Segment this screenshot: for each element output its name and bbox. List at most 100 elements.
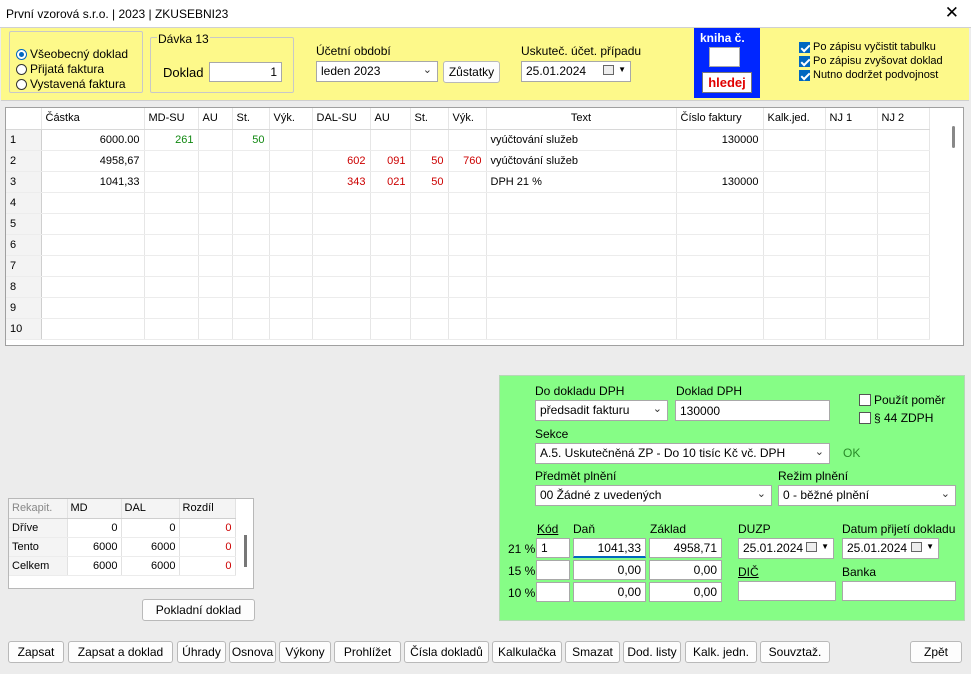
smazat-button[interactable]: Smazat: [565, 641, 620, 663]
table-cell[interactable]: [41, 192, 145, 214]
table-row[interactable]: 10: [6, 318, 930, 340]
table-cell[interactable]: [825, 192, 878, 214]
table-cell[interactable]: [763, 255, 826, 277]
table-cell[interactable]: [676, 150, 764, 172]
table-cell[interactable]: [41, 213, 145, 235]
predmet-select[interactable]: 00 Žádné z uvedených ⌄: [535, 485, 772, 506]
table-cell[interactable]: [410, 234, 449, 256]
table-cell[interactable]: [825, 255, 878, 277]
table-cell[interactable]: 091: [370, 150, 411, 172]
checkbox-pouzit-pomer[interactable]: Použít poměr: [859, 393, 945, 407]
table-cell[interactable]: [486, 318, 677, 340]
table-cell[interactable]: [198, 276, 233, 298]
table-cell[interactable]: [877, 234, 930, 256]
row-number-header[interactable]: [6, 108, 42, 130]
table-cell[interactable]: [676, 234, 764, 256]
dan-21-input[interactable]: [573, 538, 646, 558]
table-cell[interactable]: [676, 318, 764, 340]
table-cell[interactable]: [144, 234, 199, 256]
table-row[interactable]: 4: [6, 192, 930, 214]
table-cell[interactable]: [312, 192, 371, 214]
table-cell[interactable]: [877, 192, 930, 214]
table-cell[interactable]: [198, 192, 233, 214]
table-cell[interactable]: [198, 129, 233, 151]
table-cell[interactable]: [198, 171, 233, 193]
table-cell[interactable]: [232, 297, 270, 319]
column-header[interactable]: Kalk.jed.: [763, 108, 826, 130]
vykony-button[interactable]: Výkony: [279, 641, 331, 663]
table-cell[interactable]: [144, 318, 199, 340]
table-cell[interactable]: [410, 276, 449, 298]
table-cell[interactable]: [825, 234, 878, 256]
table-cell[interactable]: [448, 192, 487, 214]
table-cell[interactable]: [198, 255, 233, 277]
table-cell[interactable]: DPH 21 %: [486, 171, 677, 193]
table-cell[interactable]: [198, 213, 233, 235]
column-header[interactable]: Číslo faktury: [676, 108, 764, 130]
table-cell[interactable]: [232, 318, 270, 340]
table-cell[interactable]: [232, 276, 270, 298]
table-cell[interactable]: [41, 276, 145, 298]
table-cell[interactable]: vyúčtování služeb: [486, 129, 677, 151]
table-cell[interactable]: [41, 255, 145, 277]
table-cell[interactable]: [410, 192, 449, 214]
column-header[interactable]: Text: [486, 108, 677, 130]
table-cell[interactable]: [410, 318, 449, 340]
table-cell[interactable]: [41, 234, 145, 256]
table-cell[interactable]: [41, 318, 145, 340]
column-header[interactable]: Částka: [41, 108, 145, 130]
table-cell[interactable]: [486, 213, 677, 235]
recap-scrollbar[interactable]: [244, 535, 247, 567]
table-cell[interactable]: [877, 297, 930, 319]
table-cell[interactable]: [198, 318, 233, 340]
uhrady-button[interactable]: Úhrady: [177, 641, 226, 663]
table-cell[interactable]: 1041,33: [41, 171, 145, 193]
table-cell[interactable]: [269, 318, 313, 340]
column-header[interactable]: AU: [198, 108, 233, 130]
sekce-select[interactable]: A.5. Uskutečněná ZP - Do 10 tisíc Kč vč.…: [535, 443, 830, 464]
period-select[interactable]: leden 2023 ⌄: [316, 61, 438, 82]
zapsat-button[interactable]: Zapsat: [8, 641, 64, 663]
radio-vseobecny-doklad[interactable]: Všeobecný doklad: [16, 47, 128, 61]
do-dokladu-select[interactable]: předsadit fakturu ⌄: [535, 400, 668, 421]
table-cell[interactable]: [312, 255, 371, 277]
table-cell[interactable]: [763, 297, 826, 319]
table-cell[interactable]: [370, 297, 411, 319]
table-cell[interactable]: [448, 318, 487, 340]
kniha-input[interactable]: [709, 47, 740, 67]
dan-15-input[interactable]: [573, 560, 646, 580]
table-cell[interactable]: [448, 255, 487, 277]
table-cell[interactable]: [144, 192, 199, 214]
zaklad-21-input[interactable]: [649, 538, 722, 558]
table-cell[interactable]: [825, 318, 878, 340]
table-cell[interactable]: [144, 255, 199, 277]
uskutec-date-picker[interactable]: 25.01.2024 ▼: [521, 61, 631, 82]
cisla-dokladu-button[interactable]: Čísla dokladů: [404, 641, 489, 663]
table-cell[interactable]: [486, 255, 677, 277]
table-cell[interactable]: [232, 255, 270, 277]
table-cell[interactable]: [448, 234, 487, 256]
table-cell[interactable]: [448, 297, 487, 319]
table-cell[interactable]: [370, 192, 411, 214]
table-cell[interactable]: [825, 297, 878, 319]
table-cell[interactable]: [370, 129, 411, 151]
table-cell[interactable]: [144, 297, 199, 319]
table-row[interactable]: 5: [6, 213, 930, 235]
checkbox-podvojnost[interactable]: Nutno dodržet podvojnost: [799, 69, 938, 81]
zapsat-a-doklad-button[interactable]: Zapsat a doklad: [68, 641, 173, 663]
table-cell[interactable]: [269, 234, 313, 256]
radio-prijata-faktura[interactable]: Přijatá faktura: [16, 62, 104, 76]
zustatky-button[interactable]: Zůstatky: [443, 61, 500, 83]
column-header[interactable]: MD-SU: [144, 108, 199, 130]
table-cell[interactable]: [877, 318, 930, 340]
table-cell[interactable]: [825, 129, 878, 151]
table-row[interactable]: 7: [6, 255, 930, 277]
kod-21-input[interactable]: [536, 538, 570, 558]
table-cell[interactable]: [877, 255, 930, 277]
table-cell[interactable]: [448, 213, 487, 235]
table-cell[interactable]: [676, 213, 764, 235]
table-cell[interactable]: 130000: [676, 171, 764, 193]
table-cell[interactable]: [312, 318, 371, 340]
prohlizet-button[interactable]: Prohlížet: [334, 641, 401, 663]
dan-10-input[interactable]: [573, 582, 646, 602]
